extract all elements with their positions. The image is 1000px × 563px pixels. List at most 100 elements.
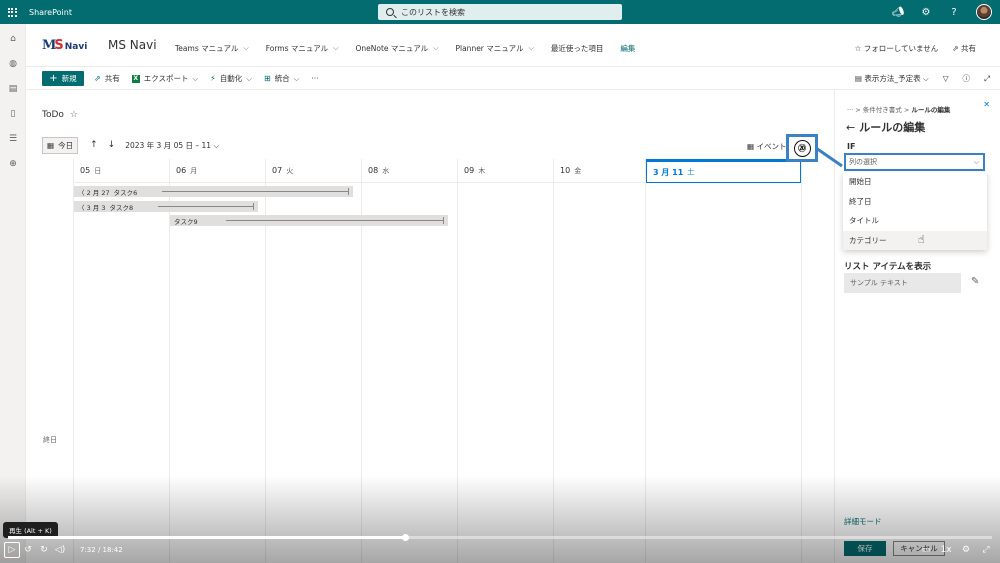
arrow-up-icon[interactable]: ↑: [90, 140, 98, 150]
close-icon[interactable]: ✕: [983, 100, 990, 109]
search-input[interactable]: このリストを検索: [378, 4, 622, 20]
option-start-date[interactable]: 開始日: [843, 172, 987, 192]
breadcrumb-more[interactable]: ···: [847, 106, 853, 114]
annotation-callout: ⑳: [786, 134, 818, 162]
calendar-event[interactable]: 〈 3 月 3 タスク8: [74, 201, 258, 212]
palette-icon[interactable]: ✎: [971, 276, 979, 287]
allday-label: 終日: [43, 436, 57, 444]
calendar-icon: ▦: [747, 142, 755, 151]
news-icon[interactable]: ▤: [7, 83, 19, 95]
list-title: ToDo ☆: [42, 110, 78, 120]
megaphone-icon[interactable]: 📣︎: [892, 6, 905, 18]
play-icon[interactable]: ▷: [4, 542, 20, 558]
day-header: 09 木: [458, 159, 553, 183]
favorite-star-icon[interactable]: ☆: [70, 110, 78, 120]
chevron-down-icon: ⌵: [923, 74, 929, 83]
site-header: M S Navi MS Navi Teams マニュアル ⌵ Forms マニュア…: [26, 24, 1000, 66]
advanced-mode-link[interactable]: 詳細モード: [844, 516, 882, 527]
day-header: 06 月: [170, 159, 265, 183]
column-select-dropdown[interactable]: 列の選択 ⌵: [844, 153, 985, 171]
nav-item-onenote[interactable]: OneNote マニュアル ⌵: [355, 43, 438, 54]
day-column[interactable]: 10 金: [554, 159, 646, 563]
view-switcher[interactable]: ▤ 表示方法_予定表 ⌵: [855, 73, 929, 84]
nav-item-forms[interactable]: Forms マニュアル ⌵: [266, 43, 339, 54]
playback-speed[interactable]: 1x: [938, 542, 954, 558]
more-commands-button[interactable]: ···: [311, 73, 318, 84]
day-header: 08 水: [362, 159, 457, 183]
day-header: 05 日: [74, 159, 169, 183]
captions-icon[interactable]: ▭: [918, 542, 934, 558]
share-command[interactable]: ⇗ 共有: [94, 73, 120, 84]
option-title[interactable]: タイトル: [843, 211, 987, 231]
app-launcher-button[interactable]: [0, 0, 24, 24]
day-column-today[interactable]: 3 月 11 土: [646, 159, 802, 563]
video-progress-bar[interactable]: [8, 534, 992, 541]
if-label: IF: [847, 142, 856, 151]
follow-button[interactable]: ☆ フォローしていません: [855, 43, 939, 54]
day-column[interactable]: 09 木: [458, 159, 554, 563]
chevron-down-icon: ⌵: [243, 44, 249, 52]
rewind-icon[interactable]: ↺: [20, 542, 36, 558]
plus-icon: +: [49, 73, 58, 84]
day-header: 07 火: [266, 159, 361, 183]
filter-icon[interactable]: ▽: [943, 74, 949, 83]
share-icon: ⇗: [952, 44, 959, 53]
info-icon[interactable]: ⓘ: [963, 73, 971, 84]
automate-icon: ⚡: [210, 74, 216, 83]
formatting-panel: ··· > 条件付き書式 > ルールの編集 ✕ ← ルールの編集 IF 列の選択 ⌵…: [834, 90, 1000, 563]
site-logo[interactable]: M S Navi: [42, 34, 92, 56]
site-name[interactable]: MS Navi: [108, 38, 157, 52]
document-icon[interactable]: ▯: [7, 108, 19, 120]
events-button[interactable]: ▦ イベント: [747, 141, 786, 152]
volume-icon[interactable]: ◁): [52, 542, 68, 558]
chevron-down-icon: ⌵: [333, 44, 339, 52]
back-arrow-icon[interactable]: ←: [846, 121, 855, 134]
chevron-down-icon: ⌵: [293, 73, 300, 83]
add-circle-icon[interactable]: ⊕: [7, 158, 19, 170]
settings-gear-icon[interactable]: ⚙: [958, 542, 974, 558]
annotation-number: ⑳: [793, 139, 811, 157]
home-icon[interactable]: ⌂: [7, 33, 19, 45]
automate-command[interactable]: ⚡ 自動化 ⌵: [210, 73, 252, 84]
nav-edit-link[interactable]: 編集: [620, 43, 635, 54]
day-column[interactable]: 05 日: [74, 159, 170, 563]
gear-icon[interactable]: ⚙: [920, 6, 932, 18]
column-options-list: 開始日 終了日 タイトル カテゴリー: [843, 172, 987, 250]
suite-bar: SharePoint このリストを検索 📣︎ ⚙ ?: [0, 0, 1000, 24]
calendar-event[interactable]: タスク9: [170, 215, 448, 226]
list-icon[interactable]: ☰: [7, 133, 19, 145]
integrate-command[interactable]: ⊞ 統合 ⌵: [264, 73, 299, 84]
nav-item-planner[interactable]: Planner マニュアル ⌵: [455, 43, 533, 54]
calendar-event[interactable]: 〈 2 月 27 タスク6: [74, 186, 353, 197]
expand-icon[interactable]: ⤢: [984, 74, 990, 84]
today-button[interactable]: ▦ 今日: [42, 136, 79, 154]
hand-cursor-icon: ☝: [918, 233, 925, 246]
forward-icon[interactable]: ↻: [36, 542, 52, 558]
logo-navi: Navi: [64, 42, 88, 52]
option-category[interactable]: カテゴリー: [843, 230, 987, 250]
breadcrumb-parent[interactable]: 条件付き書式: [863, 106, 902, 114]
nav-item-teams[interactable]: Teams マニュアル ⌵: [175, 43, 249, 54]
allday-column: 終日: [26, 159, 74, 563]
chevron-down-icon: ⌵: [973, 158, 979, 166]
fullscreen-icon[interactable]: ⤢: [978, 542, 994, 558]
avatar[interactable]: [976, 4, 992, 20]
breadcrumb-current: ルールの編集: [911, 106, 951, 114]
excel-icon: X: [131, 74, 140, 83]
app-name[interactable]: SharePoint: [29, 8, 72, 17]
share-button[interactable]: ⇗ 共有: [952, 43, 976, 54]
progress-fill: [8, 536, 405, 539]
search-icon: [386, 8, 394, 16]
export-command[interactable]: X エクスポート ⌵: [131, 73, 198, 84]
panel-title: ← ルールの編集: [846, 121, 926, 134]
video-controls: ▷ ↺ ↻ ◁) 7:32 / 18:42 ▭ 1x ⚙ ⤢: [0, 540, 1000, 560]
new-button[interactable]: + 新規: [42, 71, 84, 86]
option-end-date[interactable]: 終了日: [843, 192, 987, 212]
search-placeholder: このリストを検索: [401, 7, 465, 17]
globe-icon[interactable]: ◍: [7, 58, 19, 70]
nav-item-recent[interactable]: 最近使った項目: [551, 43, 604, 54]
chevron-down-icon: ⌵: [433, 44, 439, 52]
date-range-picker[interactable]: 2023 年 3 月 05 日 – 11 ⌵: [125, 140, 219, 151]
arrow-down-icon[interactable]: ↓: [108, 140, 116, 150]
help-icon[interactable]: ?: [948, 6, 960, 18]
